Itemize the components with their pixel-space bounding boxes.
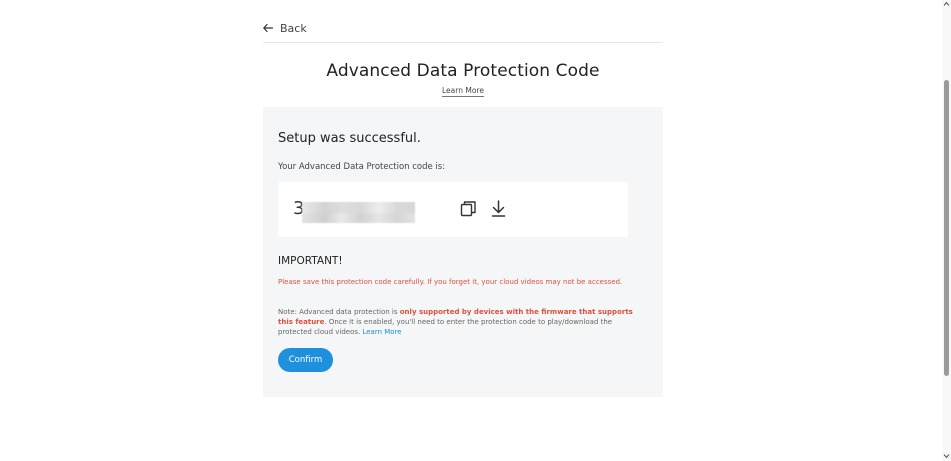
confirm-button[interactable]: Confirm: [278, 348, 333, 372]
important-heading: IMPORTANT!: [278, 255, 343, 267]
copy-button[interactable]: [460, 200, 477, 217]
code-label: Your Advanced Data Protection code is:: [278, 162, 446, 172]
scrollbar-thumb[interactable]: [944, 80, 949, 376]
back-button[interactable]: Back: [263, 19, 307, 37]
page: Back Advanced Data Protection Code Learn…: [0, 0, 951, 461]
learn-more-row: Learn More: [263, 86, 663, 97]
vertical-scrollbar[interactable]: [942, 0, 951, 461]
code-box: 3: [278, 182, 628, 237]
page-title: Advanced Data Protection Code: [326, 61, 600, 81]
scroll-down-arrow-icon[interactable]: [943, 453, 950, 459]
copy-icon: [460, 201, 476, 217]
note-middle: . Once it is enabled, you'll need to ent…: [278, 318, 613, 336]
warning-text: Please save this protection code careful…: [278, 278, 623, 286]
note-learn-more-link[interactable]: Learn More: [362, 328, 401, 336]
download-icon: [491, 200, 506, 217]
arrow-left-icon: [263, 24, 273, 32]
back-label: Back: [280, 21, 307, 35]
note-text: Note: Advanced data protection is only s…: [278, 307, 640, 337]
scroll-up-arrow-icon[interactable]: [943, 1, 950, 7]
code-redaction-mask: [302, 202, 415, 223]
header-divider: [263, 42, 663, 43]
success-message: Setup was successful.: [278, 131, 421, 146]
download-button[interactable]: [490, 200, 507, 218]
setup-panel: Setup was successful. Your Advanced Data…: [263, 107, 663, 397]
learn-more-link[interactable]: Learn More: [442, 86, 484, 97]
note-prefix: Note: Advanced data protection is: [278, 308, 400, 316]
